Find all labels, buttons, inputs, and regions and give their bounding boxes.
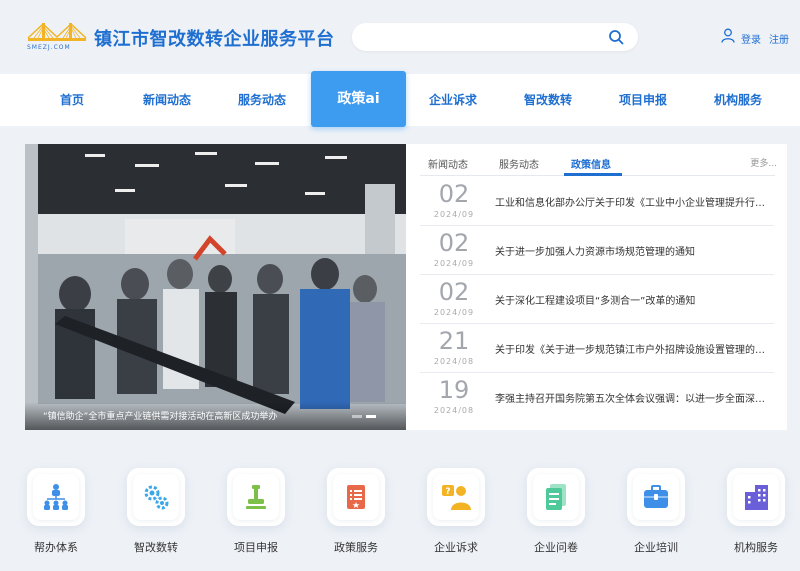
- header: SMEZJ.COM 镇江市智改数转企业服务平台 登录 注册: [0, 0, 800, 74]
- news-day: 19: [438, 376, 470, 404]
- service-label[interactable]: 企业培训: [623, 539, 689, 555]
- service-questionnaire[interactable]: 企业问卷: [523, 466, 589, 566]
- service-tile[interactable]: [327, 468, 385, 526]
- stamp-icon: [246, 485, 266, 509]
- tab-service-news[interactable]: 服务动态: [499, 156, 539, 171]
- search-box[interactable]: [352, 23, 638, 51]
- nav-item-enterprise-appeals[interactable]: 企业诉求: [413, 74, 493, 126]
- document-icon: [347, 485, 365, 509]
- user-icon[interactable]: [721, 28, 735, 43]
- news-title[interactable]: 工业和信息化部办公厅关于印发《工业中小企业管理提升行动方案》的通知: [495, 194, 765, 209]
- service-tile[interactable]: [627, 468, 685, 526]
- news-date: 2024/08: [433, 406, 475, 415]
- service-institutions[interactable]: 机构服务: [723, 466, 789, 566]
- nav-item-policy-ai[interactable]: 政策ai: [311, 71, 406, 127]
- service-tile[interactable]: [127, 468, 185, 526]
- gears-icon: [144, 485, 169, 510]
- svg-text:?: ?: [445, 487, 450, 497]
- nav-item-institution-services[interactable]: 机构服务: [698, 74, 778, 126]
- banner-caption-bar: “镇信助企”全市重点产业链供需对接活动在高新区成功举办: [25, 402, 406, 430]
- search-icon[interactable]: [608, 29, 624, 45]
- carousel-dot-active[interactable]: [366, 415, 376, 418]
- news-day: 02: [438, 180, 470, 208]
- service-label[interactable]: 企业问卷: [523, 539, 589, 555]
- org-chart-icon: [44, 484, 68, 510]
- briefcase-icon: [644, 485, 668, 508]
- nav-item-digital-transformation[interactable]: 智改数转: [508, 74, 588, 126]
- questionnaire-icon: [546, 484, 566, 510]
- service-policy[interactable]: 政策服务: [323, 466, 389, 566]
- news-day: 02: [438, 229, 470, 257]
- site-title[interactable]: 镇江市智改数转企业服务平台: [94, 25, 335, 51]
- carousel-dots: [352, 415, 376, 418]
- service-help-system[interactable]: 帮办体系: [23, 466, 89, 566]
- active-tab-indicator: [564, 173, 622, 176]
- nav-item-service-news[interactable]: 服务动态: [222, 74, 302, 126]
- service-label[interactable]: 政策服务: [323, 539, 389, 555]
- news-item[interactable]: 21 2024/08 关于印发《关于进一步规范镇江市户外招牌设施设置管理的实施意…: [420, 325, 774, 373]
- service-label[interactable]: 企业诉求: [423, 539, 489, 555]
- service-digital-transformation[interactable]: 智改数转: [123, 466, 189, 566]
- service-training[interactable]: 企业培训: [623, 466, 689, 566]
- more-link[interactable]: 更多...: [750, 156, 777, 169]
- tab-policy-info[interactable]: 政策信息: [571, 156, 611, 171]
- service-tile[interactable]: [527, 468, 585, 526]
- banner-caption[interactable]: “镇信助企”全市重点产业链供需对接活动在高新区成功举办: [43, 409, 277, 422]
- service-project-application[interactable]: 项目申报: [223, 466, 289, 566]
- news-item[interactable]: 02 2024/09 工业和信息化部办公厅关于印发《工业中小企业管理提升行动方案…: [420, 178, 774, 226]
- service-label[interactable]: 帮办体系: [23, 539, 89, 555]
- carousel-dot[interactable]: [352, 415, 362, 418]
- login-link[interactable]: 登录: [741, 31, 761, 46]
- news-tabs: 新闻动态 服务动态 政策信息 更多...: [406, 144, 787, 176]
- service-tile[interactable]: [227, 468, 285, 526]
- nav-item-project-application[interactable]: 项目申报: [603, 74, 683, 126]
- nav-item-home[interactable]: 首页: [32, 74, 112, 126]
- news-date: 2024/09: [433, 259, 475, 268]
- nav-item-news[interactable]: 新闻动态: [127, 74, 207, 126]
- news-item[interactable]: 02 2024/09 关于深化工程建设项目“多测合一”改革的通知: [420, 276, 774, 324]
- news-day: 02: [438, 278, 470, 306]
- banner-photo: [25, 144, 406, 430]
- news-item[interactable]: 02 2024/09 关于进一步加强人力资源市场规范管理的通知: [420, 227, 774, 275]
- news-title[interactable]: 关于进一步加强人力资源市场规范管理的通知: [495, 243, 765, 258]
- question-person-icon: ?: [442, 485, 471, 510]
- service-tile[interactable]: [27, 468, 85, 526]
- news-title[interactable]: 李强主持召开国务院第五次全体会议强调：以进一步全面深化改革推动高质量发展: [495, 390, 765, 405]
- service-enterprise-appeals[interactable]: ? 企业诉求: [423, 466, 489, 566]
- news-item[interactable]: 19 2024/08 李强主持召开国务院第五次全体会议强调：以进一步全面深化改革…: [420, 374, 774, 422]
- news-date: 2024/09: [433, 308, 475, 317]
- register-link[interactable]: 注册: [769, 31, 789, 46]
- service-tile[interactable]: [727, 468, 785, 526]
- tab-news[interactable]: 新闻动态: [428, 156, 468, 171]
- service-label[interactable]: 项目申报: [223, 539, 289, 555]
- service-tile[interactable]: ?: [427, 468, 485, 526]
- news-date: 2024/08: [433, 357, 475, 366]
- building-icon: [745, 485, 768, 510]
- news-title[interactable]: 关于深化工程建设项目“多测合一”改革的通知: [495, 292, 765, 307]
- search-input[interactable]: [366, 27, 596, 47]
- banner-carousel[interactable]: “镇信助企”全市重点产业链供需对接活动在高新区成功举办: [25, 144, 406, 430]
- news-day: 21: [438, 327, 470, 355]
- service-label[interactable]: 机构服务: [723, 539, 789, 555]
- news-title[interactable]: 关于印发《关于进一步规范镇江市户外招牌设施设置管理的实施意见》的通知: [495, 341, 765, 356]
- news-date: 2024/09: [433, 210, 475, 219]
- logo-subtext: SMEZJ.COM: [27, 44, 71, 51]
- service-label[interactable]: 智改数转: [123, 539, 189, 555]
- news-panel: 新闻动态 服务动态 政策信息 更多... 02 2024/09 工业和信息化部办…: [406, 144, 787, 430]
